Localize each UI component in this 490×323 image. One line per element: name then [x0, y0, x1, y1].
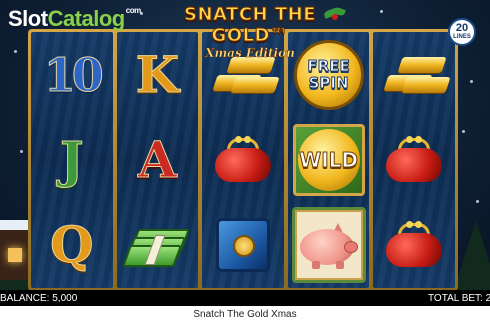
red-purse-icon: [384, 221, 444, 269]
watermark-slot: Slot: [8, 6, 48, 31]
free-spin-label: FREE SPIN: [307, 57, 350, 92]
wild-label: WILD: [299, 147, 359, 172]
reel-2: K A: [116, 32, 199, 288]
reel-1: 10 J Q: [31, 32, 113, 288]
snowflake: [380, 10, 383, 13]
reel-5: [373, 32, 455, 288]
symbol-red-purse: [377, 207, 451, 283]
game-title: SNATCH THE GOLD™: [150, 4, 350, 47]
total-bet-label: TOTAL BET:: [428, 293, 483, 304]
slotcatalog-watermark: SlotCatalogcom: [8, 6, 141, 32]
symbol-ten-label: 10: [43, 47, 104, 102]
total-bet-display: TOTAL BET: 2: [428, 293, 490, 304]
wild-frame: WILD: [292, 123, 365, 196]
symbol-piggy-bank: [291, 207, 366, 284]
symbol-ace-label: A: [137, 129, 177, 189]
balance-display: BALANCE: 5,000: [0, 293, 77, 304]
watermark-domain: com: [125, 6, 141, 15]
piggy-bank-icon: [298, 221, 360, 270]
symbol-cash-stack: [120, 207, 194, 283]
symbol-ten: 10: [35, 37, 109, 113]
reel-4: FREE SPIN WILD: [287, 32, 370, 288]
paylines-label: LINES: [453, 34, 471, 40]
reel-grid: 10 J Q K A FREE SPIN WILD: [31, 32, 455, 288]
snowflake: [20, 150, 23, 153]
trademark-mark: ™: [270, 25, 289, 47]
symbol-wild: WILD: [292, 122, 366, 198]
snowflake: [470, 80, 473, 83]
game-logo: SNATCH THE GOLD™ Xmas Edition: [150, 4, 350, 60]
symbol-ace: A: [120, 122, 194, 198]
game-subtitle: Xmas Edition: [205, 46, 295, 61]
reels-frame: 10 J Q K A FREE SPIN WILD: [28, 29, 458, 291]
gold-bars-icon: [382, 55, 451, 95]
symbol-red-purse: [206, 122, 280, 198]
wild-coin: WILD: [297, 128, 360, 191]
status-bar: BALANCE: 5,000 TOTAL BET: 2: [0, 290, 490, 306]
reel-3: [202, 32, 284, 288]
footer-game-name: Snatch The Gold Xmas: [193, 309, 297, 320]
symbol-gold-bars: [377, 37, 451, 113]
caption-footer: Snatch The Gold Xmas: [0, 306, 490, 323]
symbol-blue-safe: [206, 207, 280, 283]
holly-icon: [323, 6, 346, 24]
red-purse-icon: [213, 135, 273, 184]
gold-bars-icon: [211, 55, 280, 95]
symbol-jack-label: J: [59, 129, 84, 189]
game-title-text: SNATCH THE GOLD: [183, 4, 317, 47]
balance-value: 5,000: [52, 293, 78, 304]
symbol-queen-label: Q: [50, 215, 95, 275]
paylines-badge: 20 LINES: [448, 18, 476, 46]
lit-window: [8, 248, 22, 262]
free-spin-line2: SPIN: [308, 73, 349, 92]
snowflake: [462, 130, 465, 133]
cash-stack-icon: [122, 223, 191, 268]
snowflake: [14, 50, 17, 53]
snowflake: [476, 200, 479, 203]
total-bet-value: 2: [485, 293, 490, 304]
symbol-queen: Q: [35, 207, 109, 283]
balance-label: BALANCE:: [0, 293, 50, 304]
watermark-catalog: Catalog: [47, 6, 126, 31]
red-purse-icon: [384, 135, 444, 184]
blue-safe-icon: [215, 218, 270, 273]
paylines-count: 20: [455, 22, 469, 34]
pine-tree: [454, 220, 490, 290]
symbol-red-purse: [377, 122, 451, 198]
symbol-jack: J: [35, 122, 109, 198]
